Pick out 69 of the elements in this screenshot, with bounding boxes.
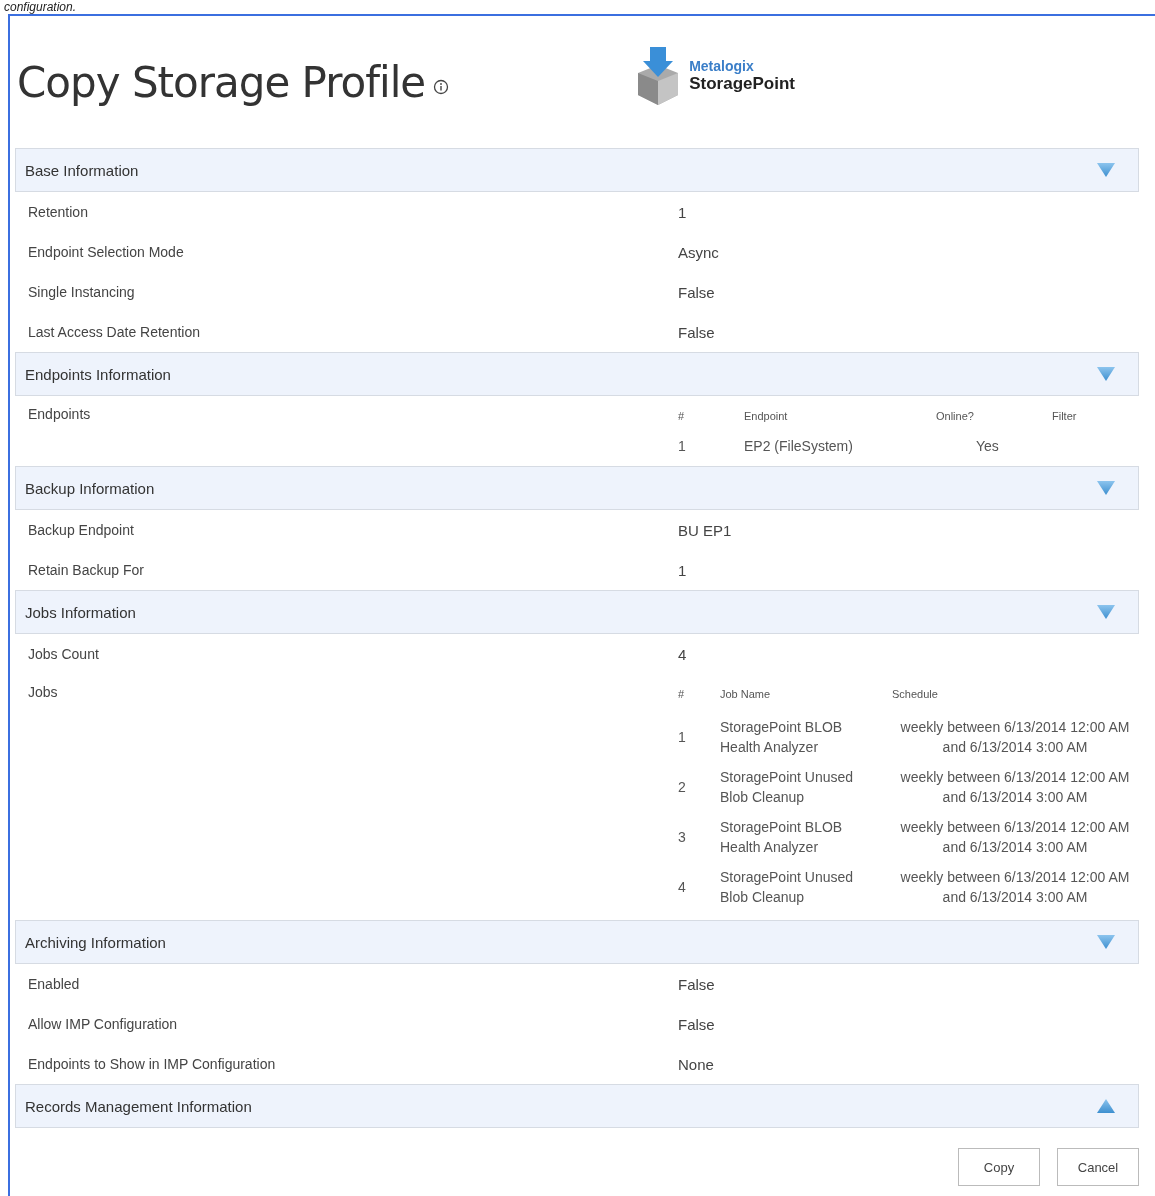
info-icon[interactable] [433,79,450,95]
field-label: Backup Endpoint [28,522,135,538]
table-cell-text: StoragePoint Unused Blob Cleanup [720,868,855,907]
field-label: Endpoints [28,406,92,422]
table-cell-text: StoragePoint Unused Blob Cleanup [720,768,855,807]
expand-triangle-icon[interactable] [1096,480,1116,496]
table-cell-text: EP2 (FileSystem) [744,437,854,456]
section-header[interactable]: Base Information [15,148,1139,192]
brand-name: Metalogix [689,58,755,74]
dialog-button[interactable]: Copy [958,1148,1040,1186]
table-cell-text: StoragePoint BLOB Health Analyzer [720,818,844,857]
field-value: BU EP1 [678,521,732,539]
expand-triangle-icon[interactable] [1096,604,1116,620]
section-title: Archiving Information [25,933,166,951]
field-value: False [678,975,715,993]
expand-triangle-icon[interactable] [1096,162,1116,178]
table-cell-text: weekly between 6/13/2014 12:00 AM and 6/13/2014 3:00 AM [899,718,1131,757]
column-header: Job Name [720,684,892,712]
section-title: Backup Information [25,479,155,497]
column-header: Schedule [892,687,939,702]
cut-off-text: configuration. [3,0,78,14]
field-label: Retain Backup For [28,562,145,578]
section-title: Base Information [25,161,139,179]
table-cell-text: StoragePoint BLOB Health Analyzer [720,718,844,757]
table-cell: 1 [678,712,720,762]
field-value: False [678,1015,715,1033]
field-label: Endpoints to Show in IMP Configuration [28,1056,277,1072]
column-header: Online? [936,406,1052,434]
section-title: Endpoints Information [25,365,171,383]
field-value: False [678,283,715,301]
table-cell: 4 [678,862,720,912]
section-title: Jobs Information [25,603,136,621]
field-label: Jobs Count [28,646,100,662]
field-label: Enabled [28,976,81,992]
section-title: Records Management Information [25,1097,252,1115]
column-header: # [678,406,744,434]
field-label: Allow IMP Configuration [28,1016,179,1032]
page-title: Copy Storage Profile [17,57,426,107]
product-name: StoragePoint [689,74,795,94]
table-cell: 3 [678,812,720,862]
section-header[interactable]: Archiving Information [15,920,1139,964]
field-value: 1 [678,203,687,221]
section-header[interactable]: Records Management Information [15,1084,1139,1128]
column-header: # [678,684,720,712]
table-cell: 2 [678,762,720,812]
section-header[interactable]: Backup Information [15,466,1139,510]
field-label: Jobs [28,684,59,700]
column-header: Filter [1052,409,1078,424]
table-cell-text: weekly between 6/13/2014 12:00 AM and 6/13/2014 3:00 AM [899,868,1131,907]
section-header[interactable]: Endpoints Information [15,352,1139,396]
field-label: Retention [28,204,89,220]
expand-triangle-icon[interactable] [1096,934,1116,950]
field-value: None [678,1055,714,1073]
field-label: Last Access Date Retention [28,324,201,340]
dialog-button[interactable]: Cancel [1057,1148,1139,1186]
table-cell-text: weekly between 6/13/2014 12:00 AM and 6/13/2014 3:00 AM [899,818,1131,857]
field-label: Single Instancing [28,284,136,300]
collapse-triangle-icon[interactable] [1096,1098,1116,1114]
field-value: 1 [678,561,687,579]
table-cell-text: weekly between 6/13/2014 12:00 AM and 6/13/2014 3:00 AM [899,768,1131,807]
field-value: False [678,323,715,341]
column-header: Endpoint [744,406,936,434]
section-header[interactable]: Jobs Information [15,590,1139,634]
field-label: Endpoint Selection Mode [28,244,185,260]
expand-triangle-icon[interactable] [1096,366,1116,382]
field-value: Async [678,243,719,261]
table-cell-text: Yes [975,437,1000,456]
table-cell-text: 1 [678,437,687,456]
field-value: 4 [678,645,687,663]
